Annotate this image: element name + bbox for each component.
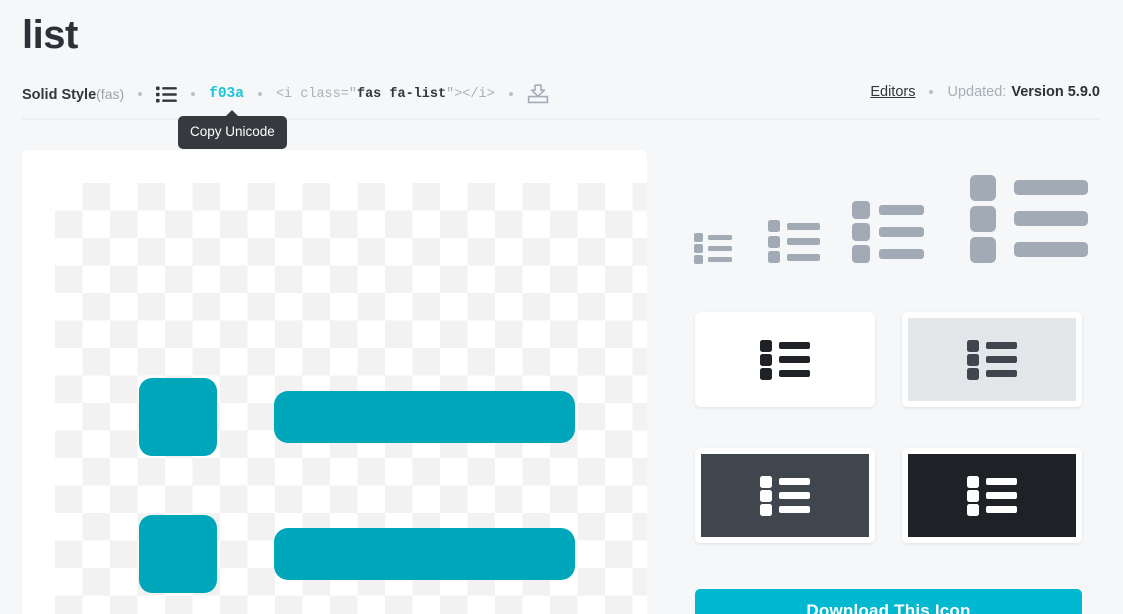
swatch-white-on-black[interactable] xyxy=(902,448,1082,543)
swatch-white-on-slate[interactable] xyxy=(695,448,875,543)
list-icon xyxy=(760,475,810,516)
swatch-panel xyxy=(695,312,875,407)
list-icon xyxy=(967,475,1017,516)
large-list-icon xyxy=(139,378,575,614)
preview-line xyxy=(274,391,575,443)
swatch-panel xyxy=(908,454,1076,537)
icon-detail-page: list Solid Style(fas) f03a <i class="fas… xyxy=(0,0,1123,614)
meta-right-group: Editors Updated: Version 5.9.0 xyxy=(870,84,1100,100)
icon-preview-card xyxy=(22,150,647,614)
preview-bullet xyxy=(139,378,217,456)
icon-meta-row: Solid Style(fas) f03a <i class="fas fa-l… xyxy=(22,82,549,106)
editors-link[interactable]: Editors xyxy=(870,84,915,100)
list-icon xyxy=(967,339,1017,380)
style-label: Solid Style(fas) xyxy=(22,85,125,103)
snippet-classes: fas fa-list xyxy=(356,86,447,102)
swatch-white-on-white[interactable] xyxy=(695,312,875,407)
separator-dot xyxy=(191,92,196,96)
size-sample-4x xyxy=(970,175,1088,263)
inbox-arrow-down-icon[interactable] xyxy=(527,84,549,104)
separator-dot xyxy=(929,90,934,94)
preview-bullet xyxy=(139,515,217,593)
page-title: list xyxy=(22,13,78,57)
updated-label: Updated: xyxy=(947,84,1007,100)
html-snippet[interactable]: <i class="fas fa-list"></i> xyxy=(276,87,495,102)
list-icon xyxy=(156,86,177,103)
swatch-panel xyxy=(701,454,869,537)
size-sample-1x xyxy=(694,233,732,264)
icon-size-ramp xyxy=(694,155,1100,264)
separator-dot xyxy=(508,92,513,96)
copy-unicode-tooltip: Copy Unicode xyxy=(178,110,287,149)
download-this-icon-button[interactable]: Download This Icon xyxy=(695,589,1082,614)
separator-dot xyxy=(257,92,262,96)
swatch-panel xyxy=(908,318,1076,401)
size-sample-3x xyxy=(852,201,924,263)
style-family: (fas) xyxy=(96,85,125,102)
list-icon xyxy=(760,339,810,380)
size-sample-2x xyxy=(768,220,820,263)
preview-line xyxy=(274,528,575,580)
version-value: Version 5.9.0 xyxy=(1011,84,1100,100)
unicode-code[interactable]: f03a xyxy=(209,86,244,102)
swatch-dark-on-light-grey[interactable] xyxy=(902,312,1082,407)
separator-dot xyxy=(138,92,143,96)
